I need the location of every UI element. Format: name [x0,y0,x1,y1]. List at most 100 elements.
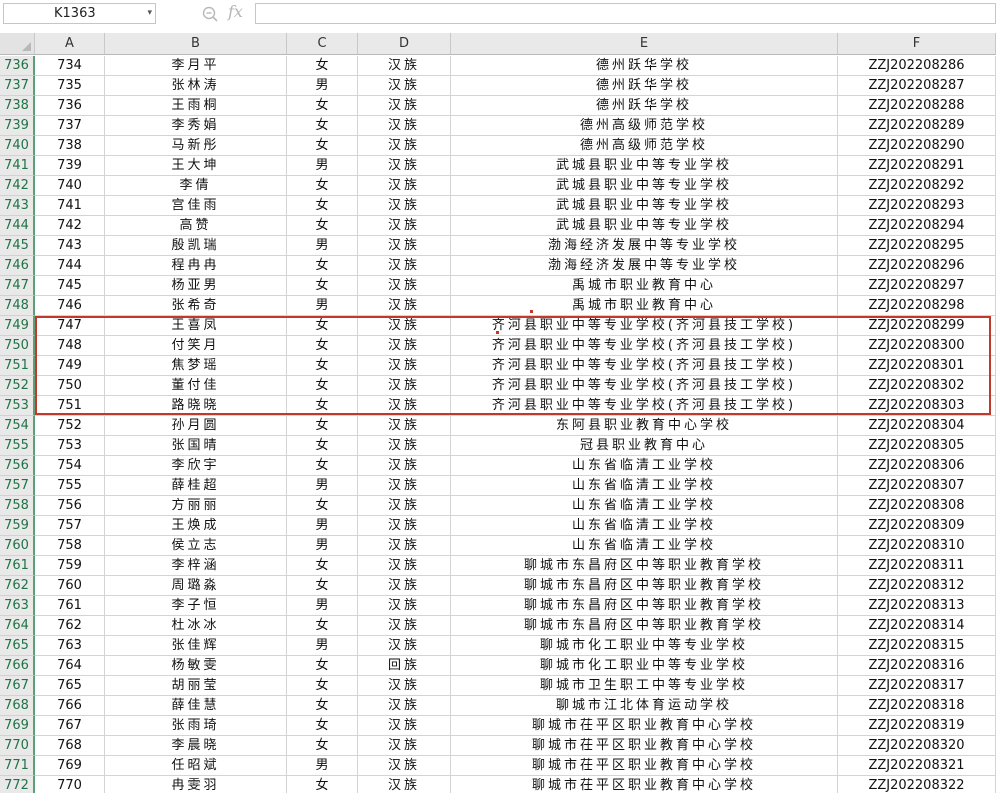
column-header-f[interactable]: F [838,33,996,55]
cell-a[interactable]: 752 [35,416,105,436]
cell-b[interactable]: 王喜凤 [105,316,287,336]
cell-c[interactable]: 女 [287,356,358,376]
cell-e[interactable]: 齐河县职业中等专业学校(齐河县技工学校) [451,396,838,416]
row-header[interactable]: 759 [0,516,35,536]
row-header[interactable]: 750 [0,336,35,356]
cell-d[interactable]: 汉族 [358,96,451,116]
cell-b[interactable]: 张雨琦 [105,716,287,736]
cell-b[interactable]: 薛佳慧 [105,696,287,716]
cell-f[interactable]: ZZJ202208286 [838,56,996,76]
cell-f[interactable]: ZZJ202208299 [838,316,996,336]
cell-a[interactable]: 753 [35,436,105,456]
cell-a[interactable]: 764 [35,656,105,676]
cell-d[interactable]: 汉族 [358,396,451,416]
cell-f[interactable]: ZZJ202208316 [838,656,996,676]
cell-b[interactable]: 杜冰冰 [105,616,287,636]
cell-c[interactable]: 女 [287,116,358,136]
cell-c[interactable]: 男 [287,76,358,96]
cell-f[interactable]: ZZJ202208305 [838,436,996,456]
cell-a[interactable]: 760 [35,576,105,596]
cell-a[interactable]: 754 [35,456,105,476]
cell-f[interactable]: ZZJ202208288 [838,96,996,116]
cell-c[interactable]: 男 [287,596,358,616]
cell-d[interactable]: 汉族 [358,696,451,716]
cell-b[interactable]: 杨亚男 [105,276,287,296]
cell-e[interactable]: 德州跃华学校 [451,76,838,96]
cell-b[interactable]: 宫佳雨 [105,196,287,216]
cell-d[interactable]: 汉族 [358,216,451,236]
cell-e[interactable]: 聊城市茌平区职业教育中心学校 [451,756,838,776]
cell-a[interactable]: 765 [35,676,105,696]
cell-e[interactable]: 武城县职业中等专业学校 [451,196,838,216]
row-header[interactable]: 740 [0,136,35,156]
cell-d[interactable]: 汉族 [358,156,451,176]
cell-a[interactable]: 756 [35,496,105,516]
row-header[interactable]: 769 [0,716,35,736]
cell-c[interactable]: 男 [287,476,358,496]
cell-e[interactable]: 山东省临清工业学校 [451,456,838,476]
cell-f[interactable]: ZZJ202208291 [838,156,996,176]
row-header[interactable]: 758 [0,496,35,516]
cell-e[interactable]: 聊城市东昌府区中等职业教育学校 [451,596,838,616]
cell-e[interactable]: 冠县职业教育中心 [451,436,838,456]
cell-b[interactable]: 孙月圆 [105,416,287,436]
cell-d[interactable]: 汉族 [358,676,451,696]
cell-e[interactable]: 德州跃华学校 [451,56,838,76]
cell-b[interactable]: 任昭斌 [105,756,287,776]
cell-f[interactable]: ZZJ202208303 [838,396,996,416]
cell-f[interactable]: ZZJ202208315 [838,636,996,656]
cell-a[interactable]: 758 [35,536,105,556]
cell-c[interactable]: 女 [287,136,358,156]
cell-b[interactable]: 杨敏雯 [105,656,287,676]
cell-b[interactable]: 周璐淼 [105,576,287,596]
cell-d[interactable]: 汉族 [358,296,451,316]
cell-d[interactable]: 汉族 [358,316,451,336]
cell-e[interactable]: 禹城市职业教育中心 [451,296,838,316]
cell-a[interactable]: 741 [35,196,105,216]
cell-c[interactable]: 女 [287,396,358,416]
cell-b[interactable]: 李晨晓 [105,736,287,756]
cell-b[interactable]: 李子恒 [105,596,287,616]
cell-d[interactable]: 汉族 [358,436,451,456]
cell-c[interactable]: 女 [287,416,358,436]
cell-c[interactable]: 男 [287,296,358,316]
cell-a[interactable]: 743 [35,236,105,256]
row-header[interactable]: 753 [0,396,35,416]
cell-e[interactable]: 聊城市江北体育运动学校 [451,696,838,716]
row-header[interactable]: 765 [0,636,35,656]
cell-b[interactable]: 王雨桐 [105,96,287,116]
cell-b[interactable]: 焦梦瑶 [105,356,287,376]
cell-c[interactable]: 女 [287,656,358,676]
row-header[interactable]: 764 [0,616,35,636]
cell-d[interactable]: 汉族 [358,596,451,616]
cell-f[interactable]: ZZJ202208302 [838,376,996,396]
cell-d[interactable]: 汉族 [358,516,451,536]
cell-e[interactable]: 禹城市职业教育中心 [451,276,838,296]
cell-f[interactable]: ZZJ202208298 [838,296,996,316]
cell-c[interactable]: 女 [287,696,358,716]
column-header-b[interactable]: B [105,33,287,55]
cell-f[interactable]: ZZJ202208314 [838,616,996,636]
cell-a[interactable]: 747 [35,316,105,336]
cell-a[interactable]: 767 [35,716,105,736]
cell-b[interactable]: 张林涛 [105,76,287,96]
cell-f[interactable]: ZZJ202208297 [838,276,996,296]
cell-e[interactable]: 德州跃华学校 [451,96,838,116]
cell-e[interactable]: 武城县职业中等专业学校 [451,176,838,196]
row-header[interactable]: 738 [0,96,35,116]
cell-b[interactable]: 殷凯瑞 [105,236,287,256]
cell-b[interactable]: 张国晴 [105,436,287,456]
row-header[interactable]: 766 [0,656,35,676]
cell-d[interactable]: 汉族 [358,356,451,376]
cell-e[interactable]: 山东省临清工业学校 [451,536,838,556]
cell-b[interactable]: 李倩 [105,176,287,196]
cell-a[interactable]: 745 [35,276,105,296]
cell-a[interactable]: 735 [35,76,105,96]
cell-f[interactable]: ZZJ202208306 [838,456,996,476]
cell-e[interactable]: 聊城市茌平区职业教育中心学校 [451,776,838,793]
row-header[interactable]: 746 [0,256,35,276]
cell-d[interactable]: 汉族 [358,536,451,556]
cell-c[interactable]: 女 [287,176,358,196]
formula-input[interactable] [255,3,996,24]
cell-b[interactable]: 李月平 [105,56,287,76]
